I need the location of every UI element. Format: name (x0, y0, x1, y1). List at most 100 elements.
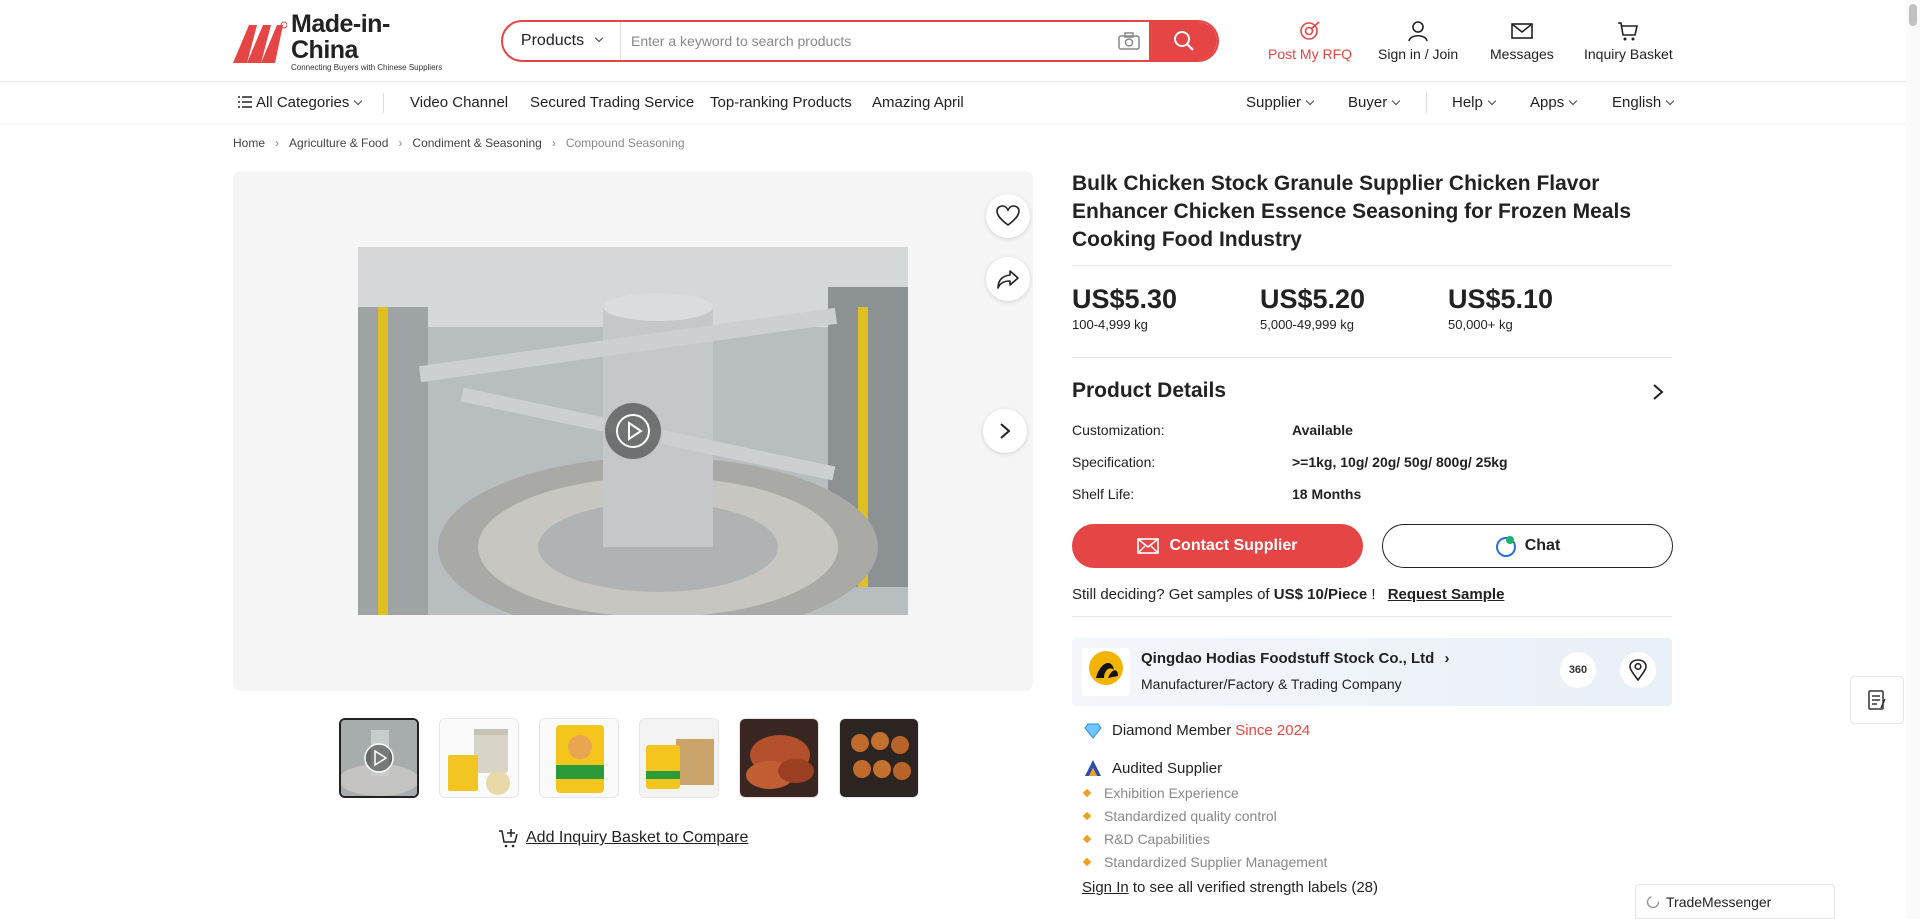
location-button[interactable] (1620, 652, 1656, 688)
breadcrumb-home[interactable]: Home (233, 136, 265, 150)
request-sample-link[interactable]: Request Sample (1388, 586, 1505, 603)
nav-help-label: Help (1452, 94, 1483, 111)
thumbnail-meatballs-image (840, 719, 918, 797)
inquiry-basket-link[interactable]: Inquiry Basket (1584, 20, 1673, 62)
nav-buyer[interactable]: Buyer (1348, 94, 1401, 111)
signin-prompt: Sign In to see all verified strength lab… (1082, 879, 1378, 896)
price-value: US$5.10 (1448, 284, 1554, 314)
feature-label: Standardized quality control (1104, 808, 1277, 824)
audited-icon (1085, 760, 1101, 776)
scrollbar-thumb[interactable] (1909, 4, 1917, 26)
feature-item: Exhibition Experience (1082, 785, 1239, 801)
breadcrumb-condiment[interactable]: Condiment & Seasoning (412, 136, 541, 150)
nav-supplier-label: Supplier (1246, 94, 1302, 111)
chat-button[interactable]: Chat (1382, 524, 1673, 568)
post-rfq-label: Post My RFQ (1268, 46, 1353, 62)
signin-link[interactable]: Sign In (1082, 879, 1129, 896)
nav-secured-trading[interactable]: Secured Trading Service (530, 94, 694, 111)
swan-logo-icon (1082, 648, 1130, 696)
feature-label: Standardized Supplier Management (1104, 854, 1328, 870)
nav-amazing-april[interactable]: Amazing April (872, 94, 964, 111)
search-category-label: Products (520, 32, 585, 49)
thumbnail-meatballs[interactable] (839, 718, 919, 798)
divider (1072, 616, 1672, 617)
add-to-compare-link[interactable]: Add Inquiry Basket to Compare (498, 828, 748, 848)
chevron-down-icon (354, 96, 363, 106)
product-details-heading[interactable]: Product Details (1072, 379, 1226, 403)
chevron-right-icon: › (551, 136, 556, 150)
feature-label: Exhibition Experience (1104, 785, 1239, 801)
product-gallery (233, 171, 1033, 691)
supplier-logo[interactable] (1082, 648, 1130, 696)
thumbnail-video-image (341, 720, 417, 796)
search-button[interactable] (1149, 22, 1217, 60)
thumbnail-product-bag[interactable] (539, 718, 619, 798)
product-video-image[interactable] (358, 247, 908, 615)
nav-help[interactable]: Help (1452, 94, 1497, 111)
nav-supplier[interactable]: Supplier (1246, 94, 1315, 111)
membership-label: Diamond Member (1112, 722, 1232, 739)
nav-top-ranking[interactable]: Top-ranking Products (710, 94, 852, 111)
cart-add-icon (499, 829, 518, 848)
chevron-down-icon (1305, 96, 1315, 106)
favorite-button[interactable] (986, 194, 1030, 238)
attr-value-customization: Available (1292, 422, 1353, 438)
thumbnail-box-image (640, 719, 718, 797)
supplier-name: Qingdao Hodias Foodstuff Stock Co., Ltd (1141, 650, 1435, 667)
next-image-button[interactable] (983, 409, 1027, 453)
chevron-right-icon (1000, 423, 1011, 439)
trade-messenger-widget[interactable]: TradeMessenger (1635, 884, 1835, 919)
feature-item: R&D Capabilities (1082, 831, 1210, 847)
audited-supplier-badge[interactable]: Audited Supplier (1084, 759, 1222, 777)
chevron-right-icon: › (275, 136, 280, 150)
nav-video-channel[interactable]: Video Channel (410, 94, 508, 111)
chevron-down-icon (1487, 96, 1497, 106)
nav-all-categories[interactable]: All Categories (238, 94, 363, 111)
360-tour-button[interactable]: 360 (1560, 652, 1596, 688)
price-tier-1: US$5.30 100-4,999 kg (1072, 284, 1177, 332)
nav-language-label: English (1612, 94, 1662, 111)
search-input[interactable] (621, 22, 1109, 60)
nav-apps[interactable]: Apps (1530, 94, 1578, 111)
site-logo[interactable]: Made-in-China Connecting Buyers with Chi… (233, 11, 453, 72)
logo-tagline: Connecting Buyers with Chinese Suppliers (291, 63, 443, 72)
inquiry-basket-label: Inquiry Basket (1584, 46, 1673, 62)
trade-messenger-label: TradeMessenger (1666, 893, 1772, 910)
thumbnail-video[interactable] (339, 718, 419, 798)
search-category-select[interactable]: Products (503, 22, 621, 60)
mail-icon (1511, 23, 1533, 39)
thumbnail-product-bucket[interactable] (439, 718, 519, 798)
sample-price: US$ 10/Piece (1273, 586, 1368, 603)
divider (1072, 265, 1672, 266)
price-value: US$5.30 (1072, 284, 1178, 314)
side-notes-button[interactable] (1850, 676, 1904, 724)
thumbnail-grilled-chicken[interactable] (739, 718, 819, 798)
camera-icon[interactable] (1109, 22, 1149, 60)
share-button[interactable] (986, 257, 1030, 301)
rfq-icon (1300, 21, 1320, 40)
chevron-down-icon (594, 33, 604, 43)
nav-divider (1426, 93, 1427, 113)
signin-prompt-text: to see all verified strength labels (28) (1132, 879, 1379, 896)
bullet-icon (1082, 834, 1092, 844)
attr-label-specification: Specification: (1072, 454, 1156, 470)
play-video-button[interactable] (603, 401, 663, 461)
menu-icon (238, 96, 252, 108)
divider (1072, 357, 1672, 358)
thumbnail-bag-image (540, 719, 618, 797)
post-rfq-link[interactable]: Post My RFQ (1268, 20, 1352, 62)
nav-language[interactable]: English (1612, 94, 1675, 111)
price-range: 5,000-49,999 kg (1260, 317, 1354, 332)
page-scrollbar[interactable] (1906, 0, 1920, 919)
logo-mark-icon (233, 21, 288, 63)
contact-supplier-button[interactable]: Contact Supplier (1072, 524, 1363, 568)
thumbnail-bucket-image (440, 719, 518, 797)
signin-link[interactable]: Sign in / Join (1378, 20, 1458, 62)
supplier-name-link[interactable]: Qingdao Hodias Foodstuff Stock Co., Ltd … (1141, 650, 1450, 667)
sample-suffix: ! (1371, 586, 1376, 603)
messages-link[interactable]: Messages (1490, 20, 1554, 62)
thumbnail-product-box[interactable] (639, 718, 719, 798)
breadcrumb-agriculture[interactable]: Agriculture & Food (289, 136, 388, 150)
chevron-right-icon[interactable] (1652, 383, 1664, 406)
play-icon (616, 414, 650, 448)
